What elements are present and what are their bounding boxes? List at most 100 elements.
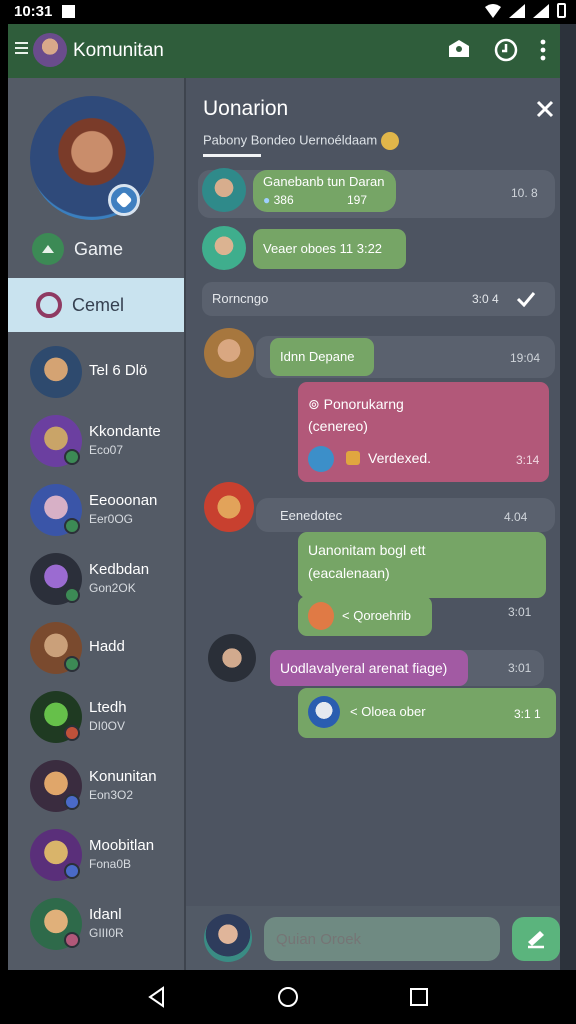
contact-name: Konunitan xyxy=(89,768,157,785)
profile-badge-icon xyxy=(108,184,140,216)
wifi-icon xyxy=(485,3,501,18)
character-avatar xyxy=(308,602,334,630)
message-text: Idnn Depane xyxy=(280,349,355,364)
contact-item[interactable]: Idanl GIII0R xyxy=(8,892,184,956)
clock-icon[interactable] xyxy=(493,37,519,63)
status-bar: 10:31 xyxy=(0,0,576,24)
home-icon[interactable] xyxy=(277,986,299,1008)
contact-status-icon xyxy=(64,449,80,465)
bird-icon xyxy=(308,446,334,472)
contact-item[interactable]: Ltedh DI0OV xyxy=(8,685,184,749)
tab-indicator xyxy=(203,154,261,157)
message-bubble[interactable]: Veaer oboes 11 3:22 xyxy=(253,229,406,269)
contact-item[interactable]: Moobitlan Fona0B xyxy=(8,823,184,887)
chat-title: Uonarion xyxy=(203,97,289,120)
message-meta-b: 197 xyxy=(346,193,367,207)
app-bar: Komunitan xyxy=(8,24,560,78)
message-bubble[interactable]: Uanonitam bogl ett (eacalenaan) xyxy=(298,532,546,598)
chat-subtitle: Pabony Bondeo Uernoéldaam xyxy=(203,132,400,150)
mask-icon xyxy=(308,696,340,728)
message-bubble[interactable]: Uodlavalyeral arenat fiage) xyxy=(270,650,468,686)
composer-avatar[interactable] xyxy=(204,914,252,962)
chat-panel: Uonarion Pabony Bondeo Uernoéldaam Ganeb… xyxy=(186,78,560,970)
contact-item[interactable]: Konunitan Eon3O2 xyxy=(8,754,184,818)
message-text: Eenedotec xyxy=(280,508,343,523)
message-text-secondary: (eacalenaan) xyxy=(308,565,390,581)
chat-bubble-icon[interactable] xyxy=(446,37,472,63)
contact-name: Moobitlan xyxy=(89,837,155,854)
right-edge xyxy=(560,24,576,970)
message-caption: Verdexed. xyxy=(368,450,432,466)
contact-name: Kedbdan xyxy=(89,561,150,578)
contact-subtitle: Eer0OG xyxy=(89,512,134,526)
sidebar-item-cemel[interactable]: Cemel xyxy=(8,278,184,332)
contact-item[interactable]: Hadd xyxy=(8,616,184,680)
message-time: 3:01 xyxy=(508,661,532,675)
contact-subtitle: Gon2OK xyxy=(89,581,136,595)
message-avatar[interactable] xyxy=(208,634,256,682)
sidebar-item-label: Cemel xyxy=(72,294,125,315)
message-text: Uodlavalyeral arenat fiage) xyxy=(280,660,448,676)
battery-icon xyxy=(557,3,566,18)
composer xyxy=(186,906,560,970)
recent-apps-icon[interactable] xyxy=(408,986,430,1008)
contact-status-icon xyxy=(64,932,80,948)
message-avatar[interactable] xyxy=(202,226,246,270)
system-message: Rorncngo 3:0 4 xyxy=(202,282,555,316)
message-bubble[interactable]: Idnn Depane xyxy=(270,338,374,376)
contact-name: Kkondante xyxy=(89,423,161,440)
contact-item[interactable]: Kedbdan Gon2OK xyxy=(8,547,184,611)
message-bubble-attachment[interactable]: < Qoroehrib xyxy=(298,596,432,636)
message-avatar[interactable] xyxy=(202,168,246,212)
search-icon xyxy=(36,292,62,318)
message-text: ⊚ Ponorukarng xyxy=(308,396,404,413)
contact-status-icon xyxy=(64,863,80,879)
contact-name: Ltedh xyxy=(89,699,127,716)
contact-item[interactable]: Eeooonan Eer0OG xyxy=(8,478,184,542)
menu-icon[interactable] xyxy=(15,42,28,55)
sidebar-item-game[interactable]: Game xyxy=(8,223,184,275)
sidebar: Game Cemel Tel 6 Dlö Kkondante Eco07 Eeooon… xyxy=(8,78,184,970)
message-meta: ● 386 197 xyxy=(263,193,367,207)
contact-subtitle: GIII0R xyxy=(89,926,124,940)
contact-subtitle: Eon3O2 xyxy=(89,788,134,802)
contact-status-icon xyxy=(64,587,80,603)
close-icon[interactable] xyxy=(534,98,556,120)
contact-name: Idanl xyxy=(89,906,122,923)
message-bubble[interactable]: Ganebanb tun Daran ● 386 197 xyxy=(253,170,396,212)
contact-status-icon xyxy=(64,725,80,741)
message-meta-a: 386 xyxy=(273,193,294,207)
send-button[interactable] xyxy=(512,917,560,961)
message-avatar[interactable] xyxy=(204,328,254,378)
message-input[interactable] xyxy=(264,917,500,961)
contact-subtitle: Fona0B xyxy=(89,857,132,871)
contact-item[interactable]: Kkondante Eco07 xyxy=(8,409,184,473)
message-caption: < Qoroehrib xyxy=(342,608,412,623)
app-title: Komunitan xyxy=(73,40,164,61)
send-icon xyxy=(528,931,544,949)
message-avatar[interactable] xyxy=(204,482,254,532)
globe-icon: ● xyxy=(263,193,271,207)
system-nav-bar xyxy=(0,970,576,1024)
contact-item[interactable]: Tel 6 Dlö xyxy=(8,340,184,404)
more-options-icon[interactable] xyxy=(538,37,548,63)
message-time: 3:01 xyxy=(508,605,532,619)
emoji-icon xyxy=(381,132,400,150)
message-text: Veaer oboes 11 3:22 xyxy=(263,241,383,256)
notification-icon xyxy=(62,5,75,18)
back-icon[interactable] xyxy=(146,986,168,1008)
signal-icon xyxy=(509,3,525,18)
sidebar-item-label: Game xyxy=(74,238,124,259)
message-text-secondary: (cenereo) xyxy=(308,418,368,434)
status-icons xyxy=(485,3,566,18)
sticker-icon xyxy=(346,451,360,465)
message-bubble[interactable]: ⊚ Ponorukarng (cenereo) Verdexed. 3:14 xyxy=(298,382,549,482)
message-time: 4.04 xyxy=(504,510,528,524)
contact-name: Tel 6 Dlö xyxy=(89,362,148,379)
message-bubble[interactable]: < Oloea ober 3:1 1 xyxy=(298,688,556,738)
message-text: Rorncngo xyxy=(212,291,269,306)
app-avatar[interactable] xyxy=(33,33,67,67)
game-icon xyxy=(32,233,64,265)
contact-name: Eeooonan xyxy=(89,492,158,509)
message-time: 3:14 xyxy=(516,453,540,467)
